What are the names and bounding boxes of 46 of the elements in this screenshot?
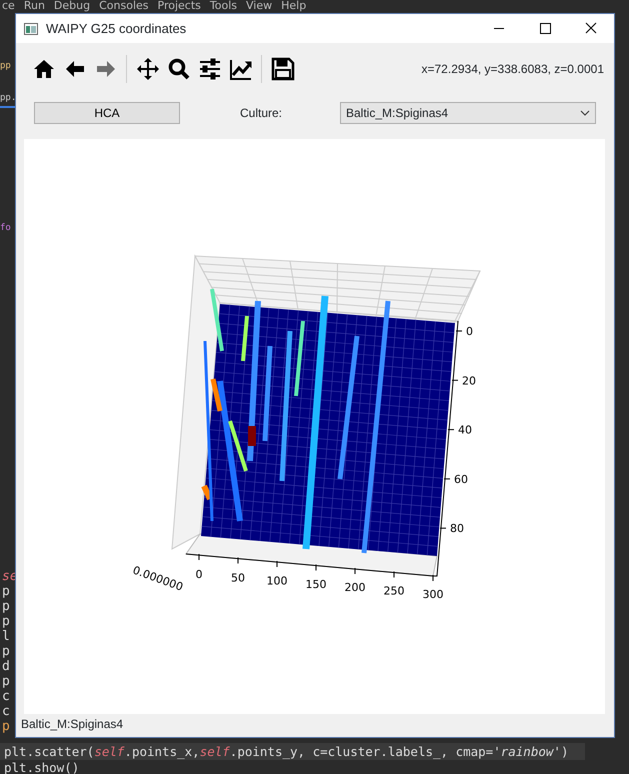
caret-icon [580, 110, 590, 116]
sliders-icon [198, 57, 222, 81]
y-tick-label: 20 [462, 374, 476, 388]
code-fragment: d [2, 659, 10, 674]
app-icon [24, 22, 38, 34]
menu-item[interactable]: Run [24, 0, 45, 13]
culture-label: Culture: [240, 105, 284, 122]
code-fragment: c [2, 704, 10, 719]
menu-item[interactable]: Help [281, 0, 306, 13]
x-tick-label: 100 [266, 574, 288, 588]
code-fragment: p [2, 614, 10, 629]
y-tick-label: 40 [458, 424, 472, 437]
y-tick-label: 60 [454, 472, 468, 486]
menu-item[interactable]: View [246, 0, 272, 13]
x-tick-label: 250 [384, 584, 404, 598]
save-icon [270, 57, 294, 81]
code-fragment: p [2, 599, 10, 614]
home-icon [32, 57, 56, 81]
culture-dropdown[interactable]: Baltic_M:Spiginas4 [340, 102, 596, 124]
y-tick-label: 0 [466, 325, 473, 338]
code-fragment: l [2, 629, 10, 644]
move-icon [136, 57, 160, 81]
x-tick-label: 300 [422, 588, 444, 601]
y-tick-label: 80 [450, 522, 464, 536]
menu-item[interactable]: Projects [158, 0, 201, 13]
code-fragment: p [2, 644, 10, 659]
code-fragment: p [2, 674, 10, 689]
x-tick-label: 200 [344, 581, 366, 594]
status-text: Baltic_M:Spiginas4 [21, 716, 124, 733]
line-chart-icon [228, 57, 252, 81]
menu-item[interactable]: Tools [210, 0, 237, 13]
code-fragment: c [2, 689, 10, 704]
code-fragment: fo [0, 222, 11, 235]
x-tick-label: 50 [231, 571, 245, 584]
code-fragment: p [2, 719, 10, 734]
editor-tab[interactable]: pp [0, 60, 11, 74]
x-tick-label: 150 [306, 578, 326, 591]
zoom-icon [166, 57, 190, 81]
menu-item[interactable]: Debug [54, 0, 90, 13]
hca-button[interactable]: HCA [34, 102, 180, 124]
window-title: WAIPY G25 coordinates [46, 20, 186, 38]
x-tick-label: 0 [196, 568, 202, 581]
menu-item[interactable]: Consoles [99, 0, 149, 13]
cursor-coordinates: x=72.2934, y=338.6083, z=0.0001 [422, 61, 604, 78]
menu-item[interactable]: ce [2, 0, 15, 13]
code-fragment: p [2, 584, 10, 599]
